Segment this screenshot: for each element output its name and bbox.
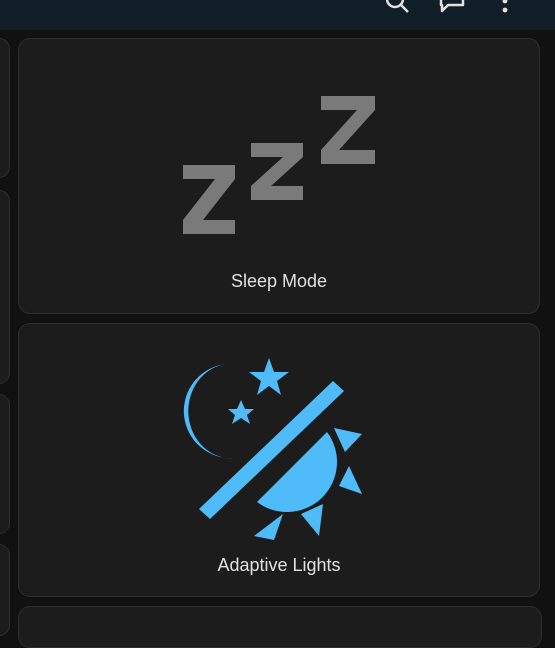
bottom-card[interactable]	[18, 606, 542, 648]
more-vert-icon[interactable]	[500, 0, 510, 19]
left-card-4[interactable]	[0, 544, 10, 636]
left-card-2[interactable]	[0, 190, 10, 384]
search-icon[interactable]	[384, 0, 410, 19]
sleep-zzz-icon	[179, 93, 379, 243]
sleep-mode-label: Sleep Mode	[230, 271, 328, 291]
adaptive-lights-label: Adaptive Lights	[217, 555, 341, 575]
top-app-bar	[0, 0, 555, 30]
left-card-1[interactable]	[0, 38, 10, 178]
adaptive-lights-icon	[179, 354, 379, 549]
chat-icon[interactable]	[438, 0, 466, 19]
adaptive-lights-card[interactable]: Adaptive Lights	[18, 323, 540, 597]
sleep-mode-card[interactable]: Sleep Mode	[18, 38, 540, 314]
left-card-3[interactable]	[0, 394, 10, 534]
